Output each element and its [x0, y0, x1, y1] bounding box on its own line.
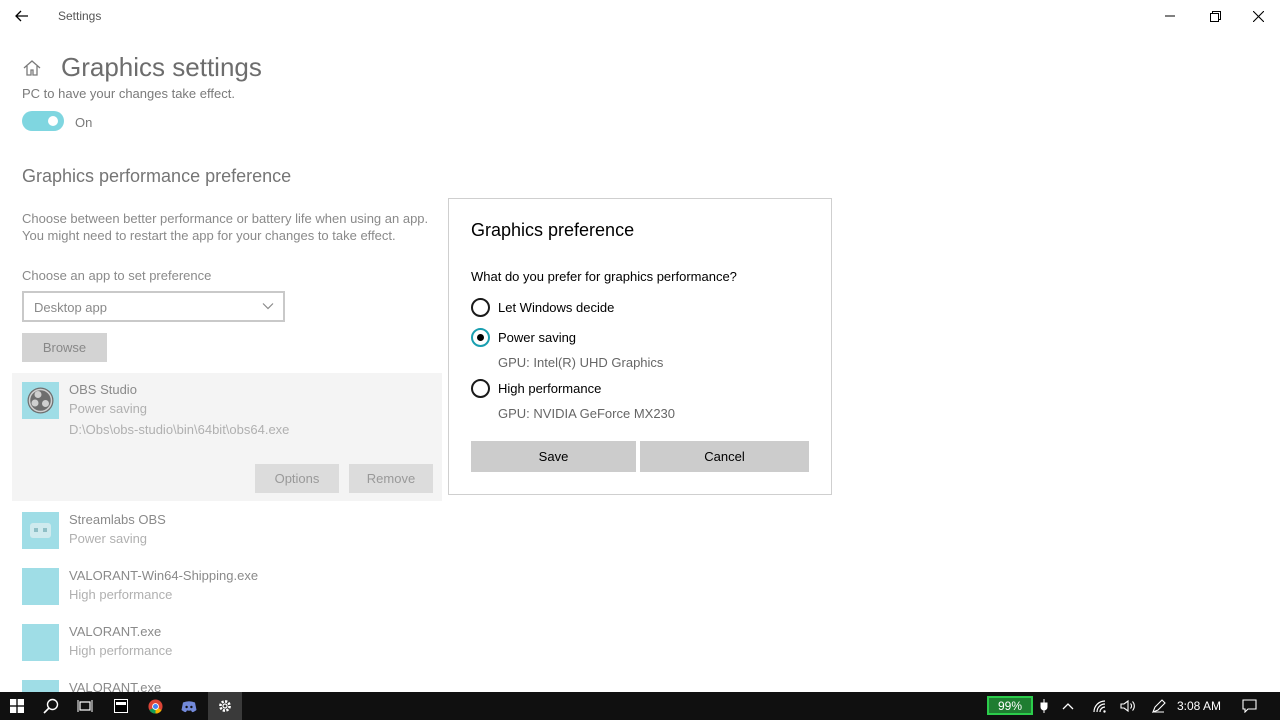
- streamlabs-logo-icon: [30, 523, 51, 538]
- gear-icon: [219, 700, 231, 712]
- radio-label-let-windows-decide[interactable]: Let Windows decide: [498, 300, 614, 315]
- chevron-up-icon: [1062, 703, 1074, 710]
- streamlabs-app-icon: [22, 512, 59, 549]
- chevron-down-icon: [262, 303, 274, 310]
- taskbar: 99% 3:08 AM: [0, 692, 1280, 720]
- app-name: VALORANT-Win64-Shipping.exe: [69, 568, 259, 583]
- battery-percent-badge[interactable]: 99%: [987, 696, 1033, 715]
- action-center-button[interactable]: [1234, 692, 1264, 720]
- gpu-high-performance: GPU: NVIDIA GeForce MX230: [498, 406, 676, 421]
- close-icon: [1252, 10, 1264, 22]
- back-arrow-icon: [15, 10, 28, 22]
- speaker-icon: [1120, 699, 1135, 713]
- notification-icon: [1241, 699, 1257, 713]
- app-name: Streamlabs OBS: [69, 512, 166, 527]
- app-item-valorant[interactable]: VALORANT.exe High performance: [22, 624, 442, 664]
- close-button[interactable]: [1236, 0, 1280, 32]
- restore-icon: [1209, 10, 1221, 22]
- options-button[interactable]: Options: [255, 464, 339, 493]
- wifi-icon: [1092, 699, 1106, 713]
- start-button[interactable]: [0, 692, 34, 720]
- app-preference: High performance: [69, 643, 173, 658]
- dropdown-value: Desktop app: [34, 300, 107, 315]
- hardware-scheduling-toggle[interactable]: [22, 111, 64, 131]
- gpu-power-saving: GPU: Intel(R) UHD Graphics: [498, 355, 664, 370]
- taskbar-app-chrome[interactable]: [138, 692, 172, 720]
- app-item-valorant-shipping[interactable]: VALORANT-Win64-Shipping.exe High perform…: [22, 568, 442, 608]
- network-button[interactable]: [1086, 692, 1114, 720]
- power-plug-icon: [1040, 699, 1048, 713]
- browse-button[interactable]: Browse: [22, 333, 107, 362]
- app-item-streamlabs[interactable]: Streamlabs OBS Power saving: [22, 512, 442, 552]
- pen-icon: [1151, 698, 1166, 713]
- taskbar-app-settings[interactable]: [208, 692, 242, 720]
- save-button[interactable]: Save: [471, 441, 636, 472]
- radio-label-power-saving[interactable]: Power saving: [498, 330, 576, 345]
- discord-icon: [181, 700, 197, 712]
- section-title: Graphics performance preference: [22, 166, 292, 186]
- minimize-icon: [1165, 15, 1175, 17]
- app-item-obs-studio[interactable]: OBS Studio Power saving: [22, 382, 442, 422]
- window-title: Settings: [58, 9, 102, 23]
- radio-let-windows-decide[interactable]: [471, 298, 490, 317]
- taskbar-app-terminal[interactable]: [104, 692, 138, 720]
- obs-app-icon: [22, 382, 59, 419]
- task-view-button[interactable]: [68, 692, 102, 720]
- home-icon[interactable]: [22, 58, 42, 78]
- description-line-1: Choose between better performance or bat…: [22, 211, 429, 226]
- show-hidden-icons-button[interactable]: [1055, 692, 1081, 720]
- taskbar-app-discord[interactable]: [172, 692, 206, 720]
- app-preference: Power saving: [69, 401, 148, 416]
- volume-button[interactable]: [1114, 692, 1142, 720]
- graphics-preference-dialog: Graphics preference What do you prefer f…: [448, 198, 832, 495]
- app-icon: [22, 568, 59, 605]
- search-icon: [43, 698, 59, 714]
- minimize-button[interactable]: [1148, 0, 1192, 32]
- obs-logo-icon: [27, 387, 54, 414]
- app-preference: Power saving: [69, 531, 148, 546]
- page-title: Graphics settings: [61, 52, 262, 82]
- cancel-button[interactable]: Cancel: [640, 441, 809, 472]
- app-name: VALORANT.exe: [69, 624, 162, 639]
- task-view-icon: [77, 700, 93, 712]
- remove-button[interactable]: Remove: [349, 464, 433, 493]
- dialog-question: What do you prefer for graphics performa…: [471, 269, 737, 284]
- title-bar: Settings: [0, 0, 1280, 32]
- app-icon: [22, 624, 59, 661]
- radio-label-high-performance[interactable]: High performance: [498, 381, 601, 396]
- description-line-2: You might need to restart the app for yo…: [22, 228, 396, 243]
- power-plugged-indicator[interactable]: [1034, 692, 1054, 720]
- restart-note: PC to have your changes take effect.: [22, 86, 235, 101]
- radio-power-saving[interactable]: [471, 328, 490, 347]
- restore-button[interactable]: [1193, 0, 1237, 32]
- section-description: Choose between better performance or bat…: [22, 210, 442, 244]
- toggle-label: On: [75, 115, 93, 130]
- pen-workspace-button[interactable]: [1144, 692, 1172, 720]
- radio-high-performance[interactable]: [471, 379, 490, 398]
- chrome-icon: [147, 698, 163, 714]
- search-button[interactable]: [34, 692, 68, 720]
- clock[interactable]: 3:08 AM: [1177, 699, 1221, 713]
- windows-logo-icon: [10, 699, 24, 713]
- app-path: D:\Obs\obs-studio\bin\64bit\obs64.exe: [69, 422, 290, 437]
- app-name: OBS Studio: [69, 382, 137, 397]
- app-preference: High performance: [69, 587, 173, 602]
- dialog-title: Graphics preference: [471, 220, 635, 240]
- choose-app-label: Choose an app to set preference: [22, 268, 212, 283]
- app-type-dropdown[interactable]: Desktop app: [22, 291, 285, 322]
- back-button[interactable]: [6, 0, 38, 32]
- terminal-app-icon: [114, 699, 128, 713]
